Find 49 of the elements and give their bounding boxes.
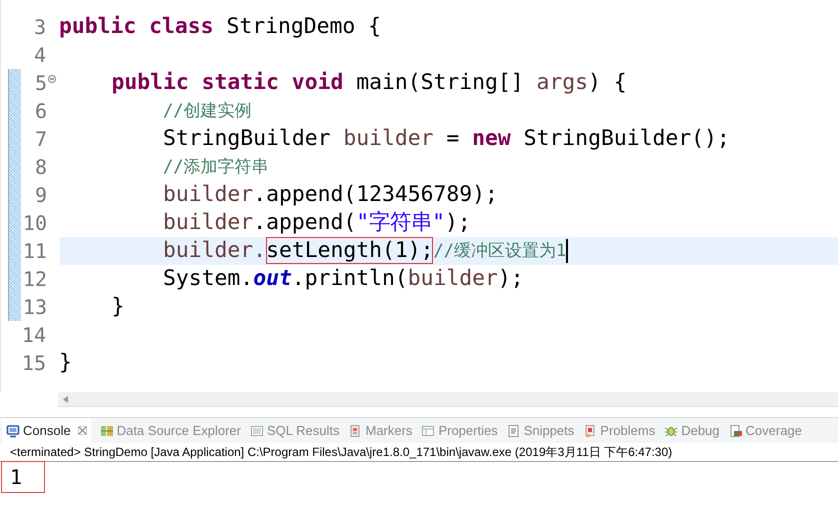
close-icon[interactable] [78,426,87,435]
line-number: 13 [22,294,47,321]
tab-icon [348,424,362,438]
panel-tab[interactable]: Coverage [728,418,802,443]
highlight-box: setLength(1); [266,237,434,264]
line-number: 8 [34,154,47,181]
code-line: System.out.println(builder); [162,265,524,293]
code-comment: //缓冲区设置为1 [433,240,566,263]
panel-tab[interactable]: Debug [664,418,720,443]
code-line: StringBuilder builder = new StringBuilder(); [162,125,730,153]
code-line: public static void main(String[] args) { [110,69,627,97]
line-number: 5 [34,70,47,97]
line-number: 15 [20,350,46,377]
code-line: } [110,293,124,321]
line-number: 12 [22,266,47,293]
tab-icon [250,424,264,438]
tab-icon [583,424,598,438]
code-line: } [59,349,72,377]
panel-tab[interactable]: SQL Results [250,418,340,443]
line-number: 4 [32,42,46,69]
panel-tab[interactable]: Properties [421,418,498,443]
horizontal-scrollbar[interactable] [58,392,838,407]
tab-icon [100,424,114,438]
line-number: 3 [32,14,46,41]
console-header: <terminated> StringDemo [Java Application] C:\Program Files\Java\jre1.8.0_171\bin\javaw.exe (2019年3月11日 下午6:47:30) [0,443,838,462]
code-line: //添加字符串 [162,156,269,179]
code-text: builder. [163,237,266,265]
code-line: builder.append(123456789); [162,181,498,209]
tab-icon [506,424,521,438]
tab-icon [6,424,20,438]
panel-tab[interactable]: Problems [583,418,656,443]
tab-icon [421,424,436,438]
line-number: 9 [34,182,47,209]
line-number: 7 [34,126,47,153]
console-output: 1 [2,462,44,492]
code-line: public class StringDemo { [59,13,381,41]
line-number: 10 [22,210,47,237]
panel-tab[interactable]: Snippets [506,418,574,443]
code-line: builder.append("字符串"); [162,209,471,237]
scroll-left-icon[interactable] [63,396,69,402]
line-number: 14 [20,322,46,349]
panel-tab[interactable]: Markers [348,418,412,443]
line-number: 6 [34,98,47,125]
collapse-icon[interactable] [48,75,56,83]
tab-icon [728,424,743,438]
code-line: //创建实例 [162,100,252,123]
panel-tab[interactable]: Console [2,418,91,443]
line-number: 11 [22,238,47,265]
panel-tab[interactable]: Data Source Explorer [100,418,241,443]
